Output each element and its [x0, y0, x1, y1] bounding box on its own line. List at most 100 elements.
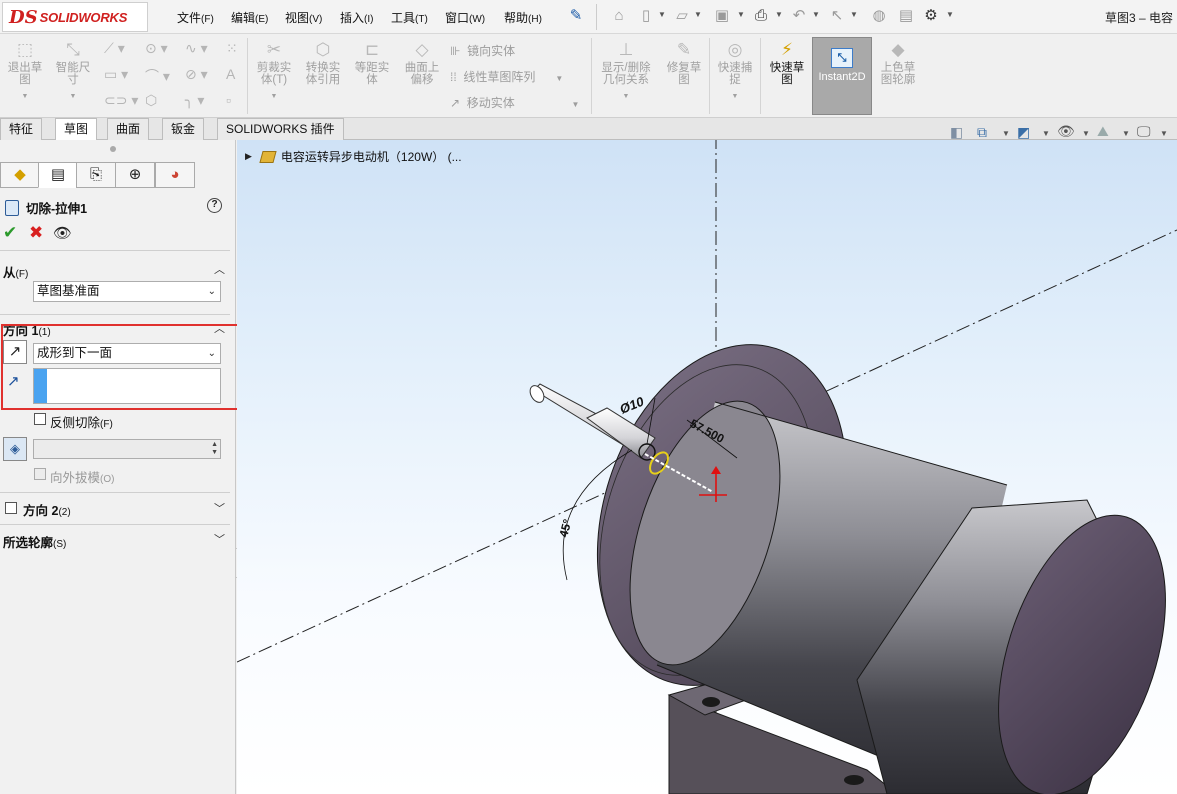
tab-sketch[interactable]: 草图: [55, 118, 98, 141]
offset-entities-button[interactable]: ⊏ 等距实 体: [350, 40, 394, 86]
line-icon[interactable]: ⟋ ▾: [104, 40, 125, 57]
help-icon[interactable]: ?: [207, 198, 222, 213]
chevron-down-icon[interactable]: ▼: [1042, 129, 1050, 138]
chevron-down-icon: ▼: [69, 93, 77, 100]
hide-show-icon[interactable]: 👁: [1057, 123, 1075, 140]
solidworks-logo[interactable]: DS SOLIDWORKS: [2, 2, 148, 32]
pin-icon[interactable]: ✎: [567, 7, 585, 25]
menu-edit[interactable]: 编辑(E): [231, 9, 268, 26]
display-manager-tab[interactable]: ◕: [155, 162, 195, 188]
dimxpert-manager-tab[interactable]: ⊕: [115, 162, 155, 188]
gear-icon[interactable]: ⚙: [922, 7, 940, 25]
draft-angle-spinner[interactable]: ▲ ▼: [33, 439, 221, 459]
arc-icon[interactable]: ⌒ ▾: [145, 66, 170, 86]
menu-tools[interactable]: 工具(T): [391, 9, 428, 26]
chevron-down-icon[interactable]: ▼: [850, 10, 858, 19]
display-style-icon[interactable]: ◩: [1017, 124, 1030, 141]
open-folder-icon[interactable]: ▱: [673, 7, 691, 25]
shaded-sketch-contours-button[interactable]: ◆ 上色草 图轮廓: [876, 40, 920, 86]
direction-2-checkbox[interactable]: [5, 502, 17, 514]
ok-checkmark-icon[interactable]: ✔: [3, 223, 17, 243]
home-icon[interactable]: ⌂: [610, 7, 628, 25]
chevron-down-icon[interactable]: ﹀: [214, 531, 225, 547]
smart-dimension-button[interactable]: ⤡ 智能尺 寸 ▼: [52, 40, 94, 103]
slot-icon[interactable]: ⊂⊃ ▾: [104, 92, 138, 109]
view-orientation-icon[interactable]: ◧: [950, 124, 963, 141]
rebuild-icon[interactable]: ◍: [870, 7, 888, 25]
chevron-down-icon[interactable]: ▼: [1122, 129, 1130, 138]
section-selected-contours[interactable]: 所选轮廓(S): [3, 532, 66, 551]
linear-pattern-button[interactable]: ⁞⁞ 线性草图阵列 ▼: [450, 68, 563, 85]
fillet-icon[interactable]: ╮ ▾: [185, 92, 204, 109]
chevron-down-icon[interactable]: ▼: [1082, 129, 1090, 138]
appearance-icon[interactable]: ⛰: [1097, 123, 1109, 140]
print-icon[interactable]: ⎙: [752, 7, 770, 25]
flip-side-checkbox[interactable]: [34, 413, 46, 425]
menu-view[interactable]: 视图(V): [285, 9, 322, 26]
quick-snaps-button[interactable]: ◎ 快速捕 捉 ▼: [713, 40, 757, 103]
polygon-icon[interactable]: ⬡: [145, 92, 157, 109]
section-view-icon[interactable]: ⧉: [977, 124, 987, 141]
panel-splitter-grip[interactable]: [110, 146, 116, 152]
chevron-down-icon[interactable]: ▼: [1160, 129, 1168, 138]
select-cursor-icon[interactable]: ↖: [828, 7, 846, 25]
from-select[interactable]: 草图基准面 ⌄: [33, 281, 221, 302]
graphics-viewport[interactable]: Ø10 57.500 45° ▶ 电容运转异步电动机（120W） (...: [237, 140, 1177, 794]
section-from[interactable]: 从(F): [3, 262, 28, 281]
property-manager-tab[interactable]: ▤: [38, 162, 78, 188]
chevron-down-icon[interactable]: ▼: [946, 10, 954, 19]
exit-sketch-button[interactable]: ⬚ 退出草 图 ▼: [4, 40, 46, 103]
spline-icon[interactable]: ∿ ▾: [185, 40, 208, 57]
spin-down-icon[interactable]: ▼: [211, 449, 218, 456]
spin-up-icon[interactable]: ▲: [211, 441, 218, 448]
feature-tree-root[interactable]: ▶ 电容运转异步电动机（120W） (...: [245, 148, 462, 165]
expand-caret-icon[interactable]: ▶: [245, 151, 252, 162]
menu-file[interactable]: 文件(F): [177, 9, 214, 26]
angle-dimension[interactable]: 45°: [556, 517, 574, 538]
chevron-down-icon[interactable]: ▼: [694, 10, 702, 19]
point-grid-icon[interactable]: ⁙: [226, 40, 238, 57]
chevron-up-icon[interactable]: ︿: [214, 261, 225, 277]
trim-entities-button[interactable]: ✂ 剪裁实 体(T) ▼: [252, 40, 296, 103]
chevron-down-icon[interactable]: ▼: [812, 10, 820, 19]
motor-model-scene[interactable]: Ø10 57.500 45°: [237, 140, 1177, 794]
mirror-entities-button[interactable]: ⊪ 镜向实体: [450, 42, 515, 59]
display-delete-relations-button[interactable]: ⊥ 显示/删除 几何关系 ▼: [596, 40, 656, 103]
ellipse-icon[interactable]: ⊘ ▾: [185, 66, 208, 83]
offset-on-surface-button[interactable]: ◇ 曲面上 偏移: [399, 40, 445, 86]
feature-manager-tab[interactable]: ◆: [0, 162, 40, 188]
chevron-down-icon[interactable]: ▼: [775, 10, 783, 19]
ds-logo-mark: DS: [9, 6, 38, 28]
new-document-icon[interactable]: ▯: [637, 7, 655, 25]
monitor-icon[interactable]: 🖵: [1137, 123, 1151, 140]
plane-icon[interactable]: ▫: [226, 92, 231, 108]
rectangle-icon[interactable]: ▭ ▾: [104, 66, 128, 83]
undo-icon[interactable]: ↶: [790, 7, 808, 25]
convert-entities-button[interactable]: ⬡ 转换实 体引用: [300, 40, 346, 86]
repair-sketch-button[interactable]: ✎ 修复草 图: [662, 40, 706, 86]
menu-insert[interactable]: 插入(I): [340, 9, 373, 26]
draft-icon[interactable]: ◈: [3, 437, 27, 461]
rapid-sketch-button[interactable]: ⚡ 快速草 图: [764, 40, 810, 86]
cancel-x-icon[interactable]: ✖: [29, 223, 43, 243]
section-direction-2[interactable]: 方向 2(2): [23, 500, 71, 519]
menu-window[interactable]: 窗口(W): [445, 9, 485, 26]
preview-eye-icon[interactable]: 👁: [53, 224, 72, 242]
tab-surfaces[interactable]: 曲面: [107, 118, 150, 140]
chevron-down-icon[interactable]: ▼: [737, 10, 745, 19]
tab-sheet-metal[interactable]: 钣金: [162, 118, 205, 140]
configuration-manager-tab[interactable]: ⎘: [76, 162, 116, 188]
menu-help[interactable]: 帮助(H): [504, 9, 542, 26]
circle-icon[interactable]: ⊙ ▾: [145, 40, 168, 57]
tab-solidworks-addins[interactable]: SOLIDWORKS 插件: [217, 118, 344, 140]
chevron-down-icon[interactable]: ﹀: [214, 500, 225, 516]
chevron-down-icon[interactable]: ▼: [1002, 129, 1010, 138]
text-icon[interactable]: A: [226, 66, 235, 82]
button-label: Instant2D: [818, 71, 866, 83]
move-entities-button[interactable]: ↗ 移动实体 ▼: [450, 94, 579, 111]
file-properties-icon[interactable]: ▤: [897, 7, 915, 25]
chevron-down-icon[interactable]: ▼: [658, 10, 666, 19]
tab-features[interactable]: 特征: [0, 118, 43, 140]
save-icon[interactable]: ▣: [713, 7, 731, 25]
instant2d-button[interactable]: ⤡ Instant2D: [812, 37, 872, 115]
